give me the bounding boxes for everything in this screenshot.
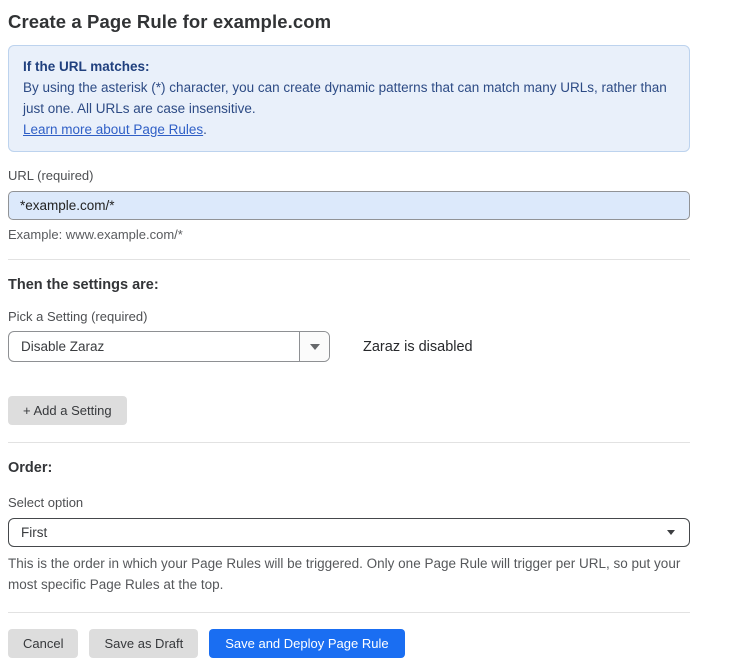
setting-dropdown[interactable]: Disable Zaraz xyxy=(8,331,330,362)
info-box-link-line: Learn more about Page Rules. xyxy=(23,119,675,140)
divider xyxy=(8,442,690,443)
url-field-label: URL (required) xyxy=(8,168,690,183)
info-box-body: By using the asterisk (*) character, you… xyxy=(23,77,675,119)
order-select-value: First xyxy=(21,525,47,540)
save-as-draft-button[interactable]: Save as Draft xyxy=(89,629,198,658)
add-setting-button[interactable]: + Add a Setting xyxy=(8,396,127,425)
setting-row: Disable Zaraz Zaraz is disabled xyxy=(8,331,690,362)
url-example-hint: Example: www.example.com/* xyxy=(8,227,690,242)
order-section-heading: Order: xyxy=(8,460,690,476)
order-help-text: This is the order in which your Page Rul… xyxy=(8,553,690,595)
order-select-label: Select option xyxy=(8,495,690,510)
setting-dropdown-arrow-button[interactable] xyxy=(299,332,329,361)
setting-dropdown-value: Disable Zaraz xyxy=(9,332,299,361)
url-match-info-box: If the URL matches: By using the asteris… xyxy=(8,45,690,152)
url-input[interactable] xyxy=(8,191,690,220)
divider xyxy=(8,612,690,613)
info-box-heading: If the URL matches: xyxy=(23,56,675,77)
order-select[interactable]: First xyxy=(8,518,690,547)
learn-more-link[interactable]: Learn more about Page Rules xyxy=(23,122,203,137)
save-and-deploy-button[interactable]: Save and Deploy Page Rule xyxy=(209,629,404,658)
settings-section-heading: Then the settings are: xyxy=(8,277,690,293)
cancel-button[interactable]: Cancel xyxy=(8,629,78,658)
chevron-down-icon xyxy=(310,344,320,350)
chevron-down-icon xyxy=(667,530,675,535)
page-rule-form: Create a Page Rule for example.com If th… xyxy=(0,0,690,658)
pick-setting-label: Pick a Setting (required) xyxy=(8,309,690,324)
page-title: Create a Page Rule for example.com xyxy=(8,11,690,33)
link-period: . xyxy=(203,122,207,137)
setting-status-text: Zaraz is disabled xyxy=(363,339,473,355)
footer-actions: Cancel Save as Draft Save and Deploy Pag… xyxy=(8,629,690,658)
divider xyxy=(8,259,690,260)
